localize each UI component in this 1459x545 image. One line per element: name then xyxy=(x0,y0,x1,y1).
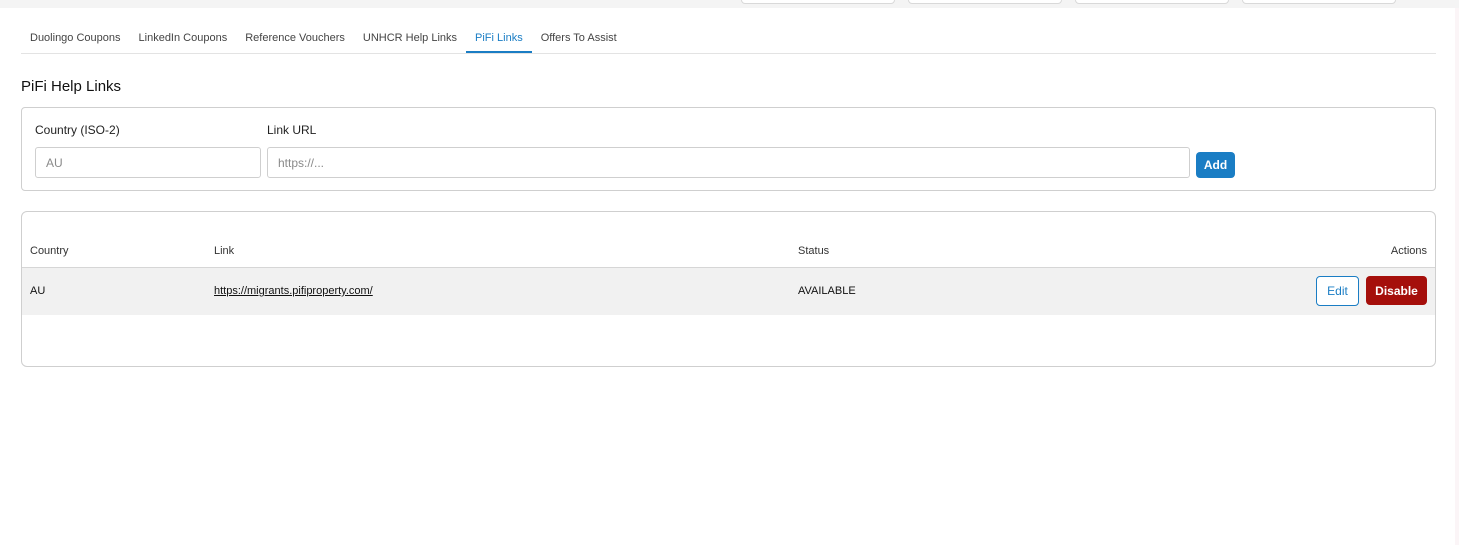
add-link-form: Country (ISO-2) Link URL Add xyxy=(21,107,1436,191)
tab-duolingo-coupons[interactable]: Duolingo Coupons xyxy=(21,28,130,52)
top-toolbar-button[interactable] xyxy=(741,0,895,4)
link-url-field-label: Link URL xyxy=(267,123,317,137)
add-button[interactable]: Add xyxy=(1196,152,1235,178)
top-toolbar-button[interactable] xyxy=(1242,0,1396,4)
country-field-label: Country (ISO-2) xyxy=(35,123,120,137)
tab-bar: Duolingo Coupons LinkedIn Coupons Refere… xyxy=(21,28,1436,54)
edit-button[interactable]: Edit xyxy=(1316,276,1359,306)
tab-unhcr-help-links[interactable]: UNHCR Help Links xyxy=(354,28,466,52)
column-header-actions: Actions xyxy=(1390,245,1427,257)
top-toolbar-button[interactable] xyxy=(1075,0,1229,4)
column-header-link: Link xyxy=(214,245,235,257)
row-country: AU xyxy=(30,285,46,297)
top-toolbar-button[interactable] xyxy=(908,0,1062,4)
column-header-status: Status xyxy=(798,245,830,257)
country-input[interactable] xyxy=(35,147,261,178)
top-strip xyxy=(0,0,1459,8)
tab-reference-vouchers[interactable]: Reference Vouchers xyxy=(236,28,354,52)
column-header-country: Country xyxy=(30,245,69,257)
disable-button[interactable]: Disable xyxy=(1366,276,1427,305)
row-link-cell: https://migrants.pifiproperty.com/ xyxy=(214,285,373,297)
table-row: AU https://migrants.pifiproperty.com/ AV… xyxy=(22,268,1435,315)
tab-linkedin-coupons[interactable]: LinkedIn Coupons xyxy=(130,28,237,52)
page-title: PiFi Help Links xyxy=(21,78,122,95)
tab-offers-to-assist[interactable]: Offers To Assist xyxy=(532,28,626,52)
row-link[interactable]: https://migrants.pifiproperty.com/ xyxy=(214,285,373,297)
links-table: Country Link Status Actions AU https://m… xyxy=(21,211,1436,367)
page-edge xyxy=(1455,8,1459,545)
table-header: Country Link Status Actions xyxy=(22,212,1435,268)
admin-page: Duolingo Coupons LinkedIn Coupons Refere… xyxy=(0,8,1455,545)
tab-pifi-links[interactable]: PiFi Links xyxy=(466,28,532,53)
row-status: AVAILABLE xyxy=(798,285,856,297)
link-url-input[interactable] xyxy=(267,147,1190,178)
